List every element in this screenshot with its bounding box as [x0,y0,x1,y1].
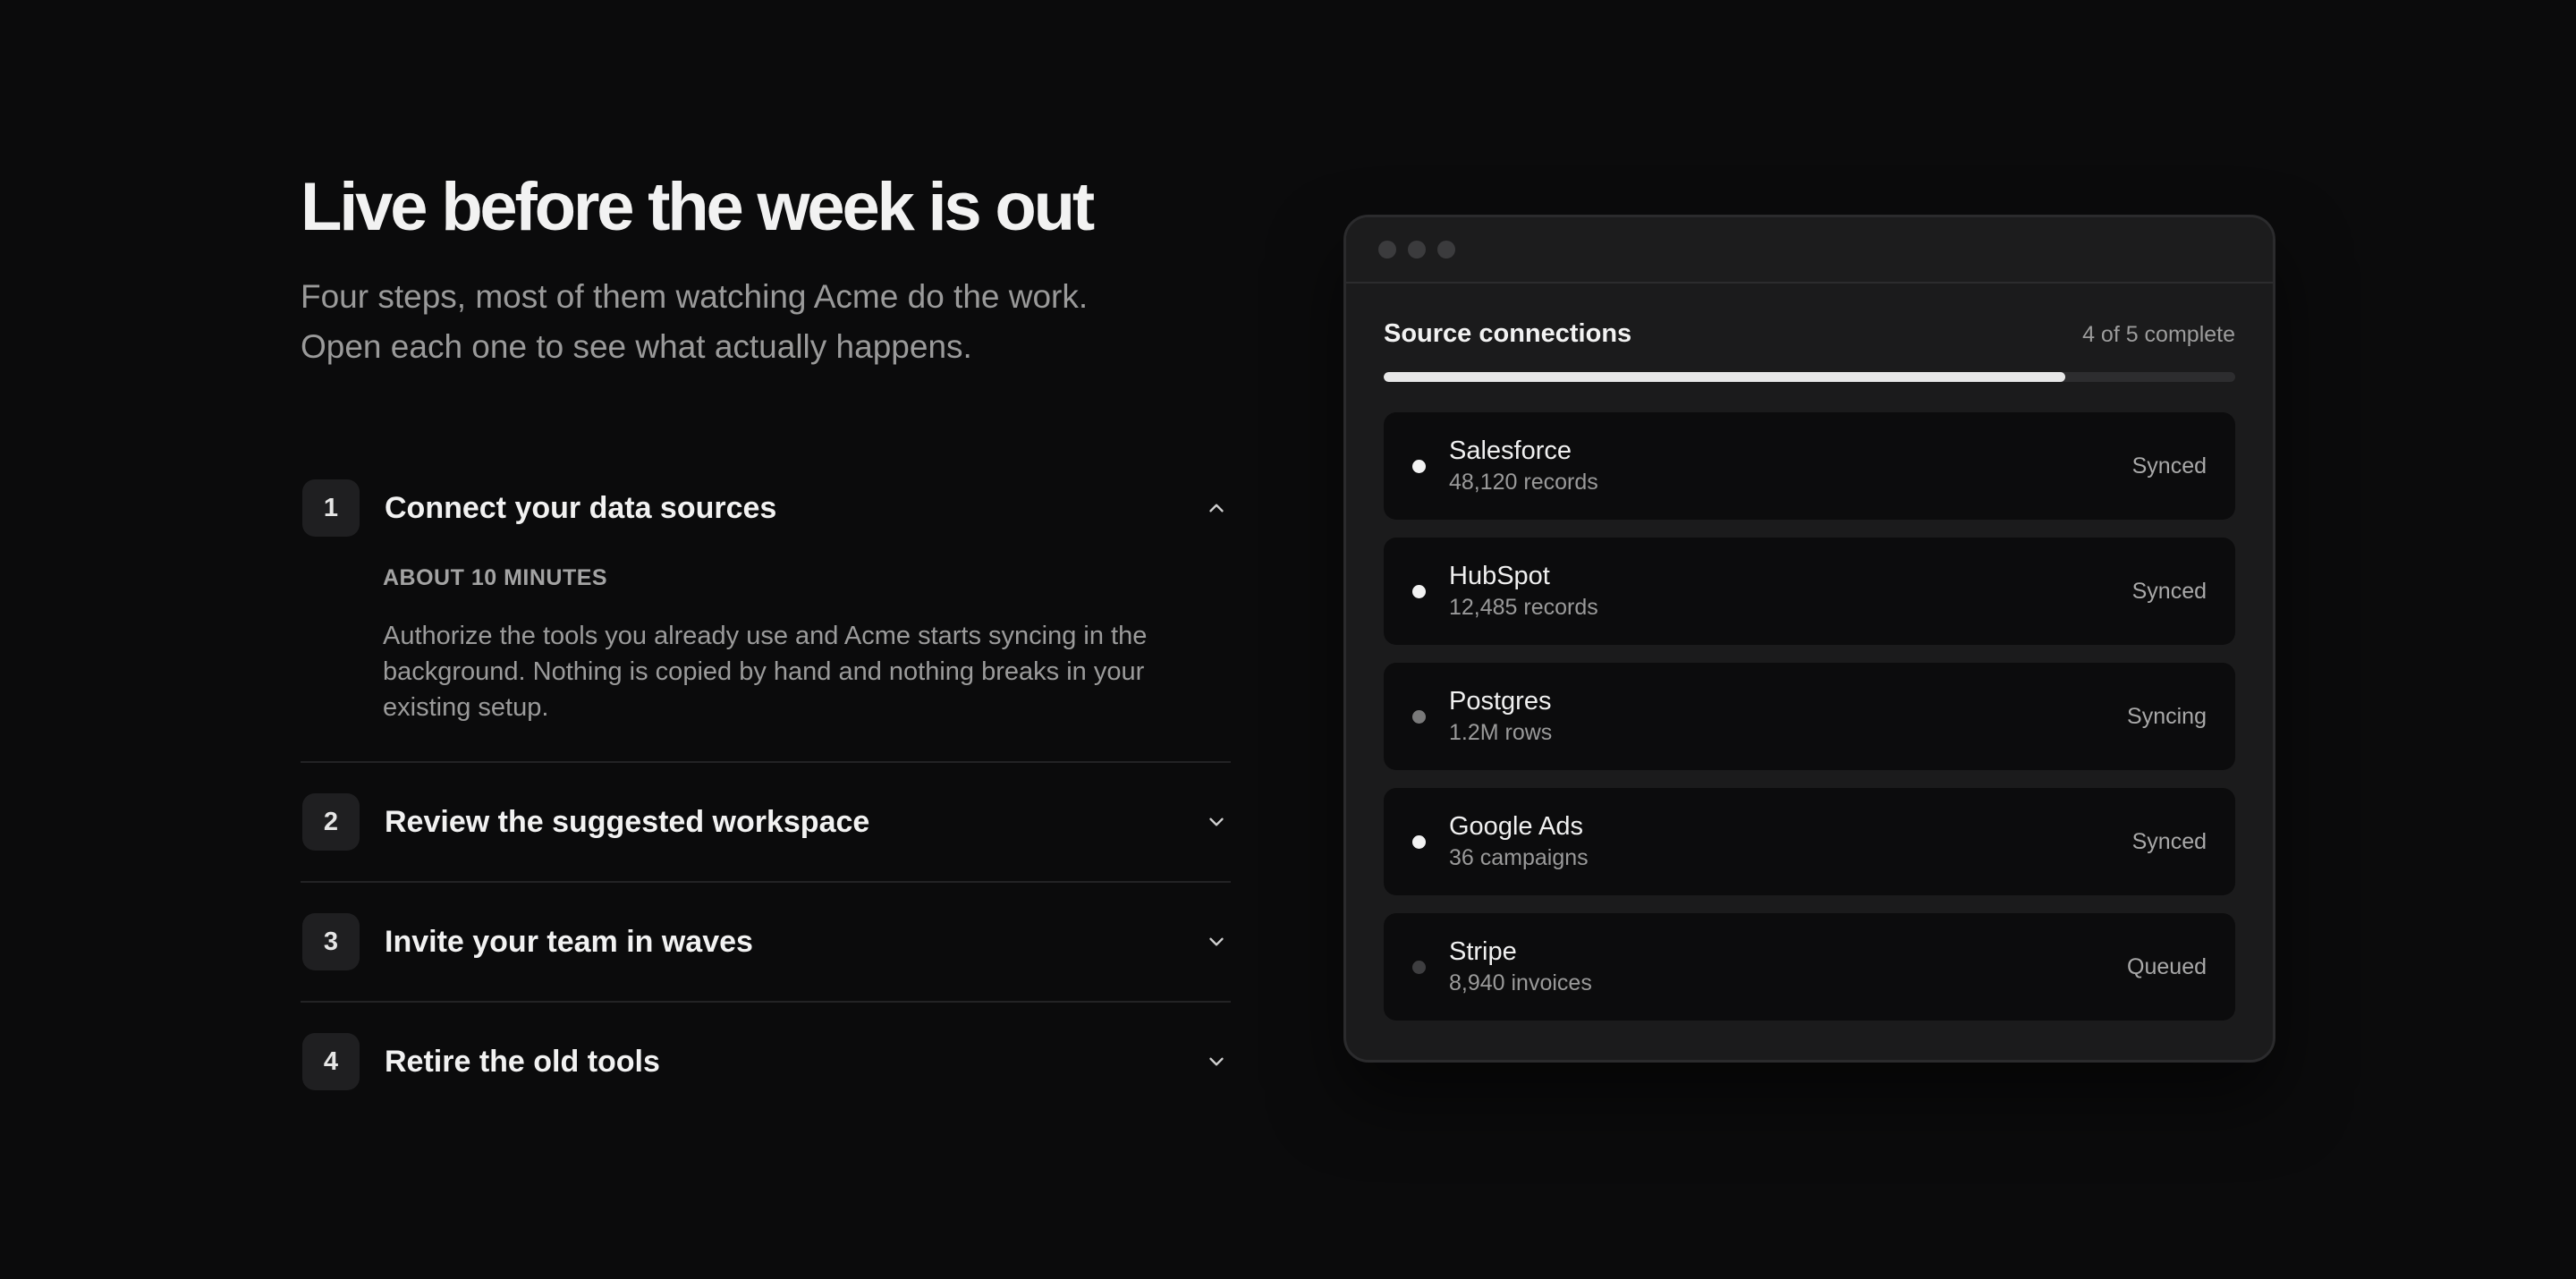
step-4: 4 Retire the old tools [301,1003,1231,1121]
source-list: Salesforce 48,120 records Synced HubSpot… [1384,412,2235,1021]
source-info: Salesforce 48,120 records [1449,436,2132,496]
source-status: Syncing [2127,703,2207,729]
chevron-down-icon[interactable] [1204,929,1229,954]
source-status: Synced [2131,578,2207,604]
step-title: Review the suggested workspace [385,804,870,839]
source-name: Salesforce [1449,436,1572,465]
panel-title: Source connections [1384,319,1632,348]
source-info: Stripe 8,940 invoices [1449,936,2127,997]
step-3: 3 Invite your team in waves [301,883,1231,1003]
window-dot-icon [1378,241,1396,258]
step-2: 2 Review the suggested workspace [301,763,1231,883]
chevron-down-icon[interactable] [1204,809,1229,834]
step-number: 1 [302,479,360,537]
source-item-google-ads[interactable]: Google Ads 36 campaigns Synced [1384,788,2235,895]
status-dot-icon [1412,960,1426,974]
source-detail: 1.2M rows [1449,720,1553,745]
panel-progress-text: 4 of 5 complete [2082,322,2235,347]
step-4-header[interactable]: 4 Retire the old tools [301,1003,1231,1121]
source-item-stripe[interactable]: Stripe 8,940 invoices Queued [1384,913,2235,1021]
progress-bar [1384,372,2235,382]
step-title: Retire the old tools [385,1044,660,1079]
hero-section: Live before the week is out Four steps, … [301,166,1231,1121]
chevron-up-icon[interactable] [1204,496,1229,521]
step-title: Connect your data sources [385,490,777,525]
source-name: Google Ads [1449,812,1583,841]
source-info: Google Ads 36 campaigns [1449,811,2132,872]
step-number: 4 [302,1033,360,1090]
window-titlebar [1346,217,2273,284]
step-1: 1 Connect your data sources ABOUT 10 MIN… [301,453,1231,763]
window-dot-icon [1408,241,1426,258]
source-info: Postgres 1.2M rows [1449,686,2127,747]
source-connections-panel: Source connections 4 of 5 complete Sales… [1346,284,2273,1021]
source-info: HubSpot 12,485 records [1449,561,2132,622]
step-3-header[interactable]: 3 Invite your team in waves [301,883,1231,1001]
source-name: Stripe [1449,937,1517,966]
source-status: Synced [2131,828,2207,854]
step-title: Invite your team in waves [385,924,753,959]
window-dot-icon [1437,241,1455,258]
page-subtitle: Four steps, most of them watching Acme d… [301,278,1089,365]
source-detail: 8,940 invoices [1449,970,1592,995]
source-item-postgres[interactable]: Postgres 1.2M rows Syncing [1384,663,2235,770]
status-dot-icon [1412,709,1426,724]
step-description: Authorize the tools you already use and … [383,622,1148,722]
steps-accordion: 1 Connect your data sources ABOUT 10 MIN… [301,453,1231,1121]
status-dot-icon [1412,834,1426,849]
page-title: Live before the week is out [301,169,1095,245]
source-status: Synced [2131,453,2207,479]
step-2-header[interactable]: 2 Review the suggested workspace [301,763,1231,881]
app-window-preview: Source connections 4 of 5 complete Sales… [1343,215,2275,1063]
source-detail: 36 campaigns [1449,845,1589,870]
source-item-salesforce[interactable]: Salesforce 48,120 records Synced [1384,412,2235,520]
step-1-header[interactable]: 1 Connect your data sources [301,453,1231,563]
step-duration: ABOUT 10 MINUTES [383,565,608,590]
source-detail: 48,120 records [1449,470,1598,495]
source-name: Postgres [1449,687,1552,716]
progress-bar-fill [1384,372,2065,382]
source-status: Queued [2127,953,2207,979]
chevron-down-icon[interactable] [1204,1049,1229,1074]
step-1-body: ABOUT 10 MINUTES Authorize the tools you… [301,565,1231,761]
step-number: 3 [302,913,360,970]
status-dot-icon [1412,459,1426,473]
status-dot-icon [1412,584,1426,598]
panel-header: Source connections 4 of 5 complete [1384,319,2235,349]
step-number: 2 [302,793,360,851]
source-name: HubSpot [1449,562,1550,590]
source-detail: 12,485 records [1449,595,1598,620]
source-item-hubspot[interactable]: HubSpot 12,485 records Synced [1384,538,2235,645]
